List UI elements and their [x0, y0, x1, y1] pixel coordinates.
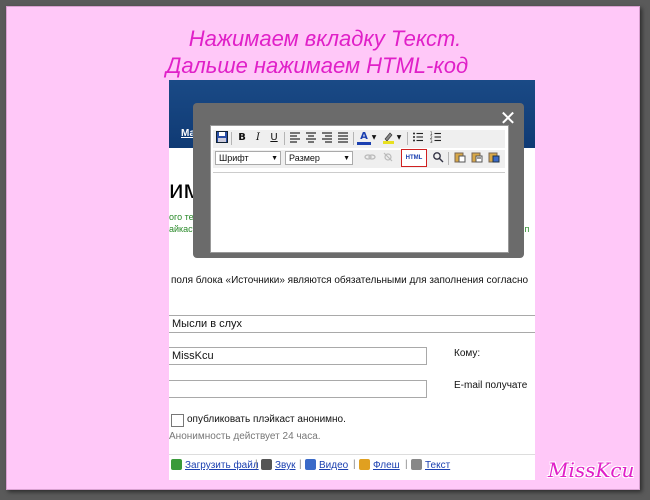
html-code-button[interactable]: HTML	[401, 149, 427, 167]
video-label: Видео	[319, 460, 349, 471]
bold-button[interactable]: B	[235, 131, 249, 145]
text-link[interactable]: Текст	[411, 459, 450, 471]
editor-toolbar-row-2: Шрифт ▼ Размер ▼ HTML	[213, 149, 505, 168]
font-select-value: Шрифт	[219, 153, 249, 163]
flash-label: Флеш	[373, 460, 400, 471]
link-icon[interactable]	[363, 151, 377, 165]
align-justify-icon[interactable]	[336, 131, 350, 145]
chevron-down-icon: ▼	[343, 155, 350, 162]
to-label: Кому:	[454, 348, 481, 359]
toolbar-separator: |	[299, 459, 302, 470]
size-select[interactable]: Размер ▼	[285, 151, 353, 165]
email-recipient-label: E-mail получате	[454, 380, 528, 391]
author-signature: MissKcu	[548, 458, 635, 482]
upload-file-link[interactable]: Загрузить файл	[171, 459, 259, 471]
video-link[interactable]: Видео	[305, 459, 348, 471]
toolbar-separator	[407, 132, 408, 145]
rich-text-editor: B I U A ▼ ▼ 1 2 3 Шрифт ▼ Размер ▼ HTML	[210, 125, 509, 253]
bullet-list-icon[interactable]	[411, 131, 425, 145]
sound-label: Звук	[275, 460, 296, 471]
paste-text-icon[interactable]	[470, 151, 484, 165]
required-fields-note: поля блока «Источники» являются обязател…	[171, 275, 529, 286]
unlink-icon[interactable]	[381, 151, 395, 165]
align-right-icon[interactable]	[320, 131, 334, 145]
text-icon	[411, 459, 422, 470]
italic-button[interactable]: I	[251, 131, 265, 145]
align-center-icon[interactable]	[304, 131, 318, 145]
upload-file-label: Загрузить файл	[185, 460, 259, 471]
html-editor-dialog: ✕ B I U A ▼ ▼ 1 2 3 Шрифт ▼ Размер ▼ HTM…	[193, 103, 524, 258]
save-icon[interactable]	[215, 131, 229, 145]
toolbar-separator: |	[405, 459, 408, 470]
title-field[interactable]: Мысли в слух	[169, 315, 535, 333]
caption-line-1: Нажимаем вкладку Текст.	[188, 26, 462, 51]
text-color-icon[interactable]: A	[357, 131, 371, 145]
paste-word-icon[interactable]	[487, 151, 501, 165]
svg-text:3: 3	[430, 139, 433, 143]
align-left-icon[interactable]	[288, 131, 302, 145]
upload-icon	[171, 459, 182, 470]
flash-link[interactable]: Флеш	[359, 459, 400, 471]
font-select[interactable]: Шрифт ▼	[215, 151, 281, 165]
toolbar-separator: |	[353, 459, 356, 470]
email-field[interactable]	[169, 380, 427, 398]
paste-icon[interactable]	[453, 151, 467, 165]
chevron-down-icon[interactable]: ▼	[370, 131, 378, 145]
anonymous-checkbox-label: опубликовать плэйкаст анонимно.	[187, 414, 346, 425]
caption-line-2: Дальше нажимаем HTML-код	[165, 53, 469, 78]
editor-toolbar-row-1: B I U A ▼ ▼ 1 2 3	[213, 130, 505, 148]
underline-button[interactable]: U	[267, 131, 281, 145]
highlight-color-icon[interactable]	[381, 131, 395, 145]
toolbar-separator	[448, 152, 449, 165]
toolbar-separator	[353, 132, 354, 145]
chevron-down-icon: ▼	[271, 155, 278, 162]
numbered-list-icon[interactable]: 123	[429, 131, 443, 145]
divider	[169, 454, 535, 455]
chevron-down-icon[interactable]: ▼	[395, 131, 403, 145]
anonymous-note: Анонимность действует 24 часа.	[169, 431, 321, 442]
text-label: Текст	[425, 460, 451, 471]
flash-icon	[359, 459, 370, 470]
speaker-icon	[261, 459, 272, 470]
toolbar-separator	[231, 132, 232, 145]
author-name-field[interactable]: MissKcu	[169, 347, 427, 365]
anonymous-checkbox[interactable]	[171, 414, 184, 427]
toolbar-separator: |	[255, 459, 258, 470]
editor-text-area[interactable]	[213, 172, 505, 249]
film-icon	[305, 459, 316, 470]
size-select-value: Размер	[289, 153, 320, 163]
sound-link[interactable]: Звук	[261, 459, 296, 471]
search-icon[interactable]	[431, 151, 445, 165]
toolbar-separator	[284, 132, 285, 145]
